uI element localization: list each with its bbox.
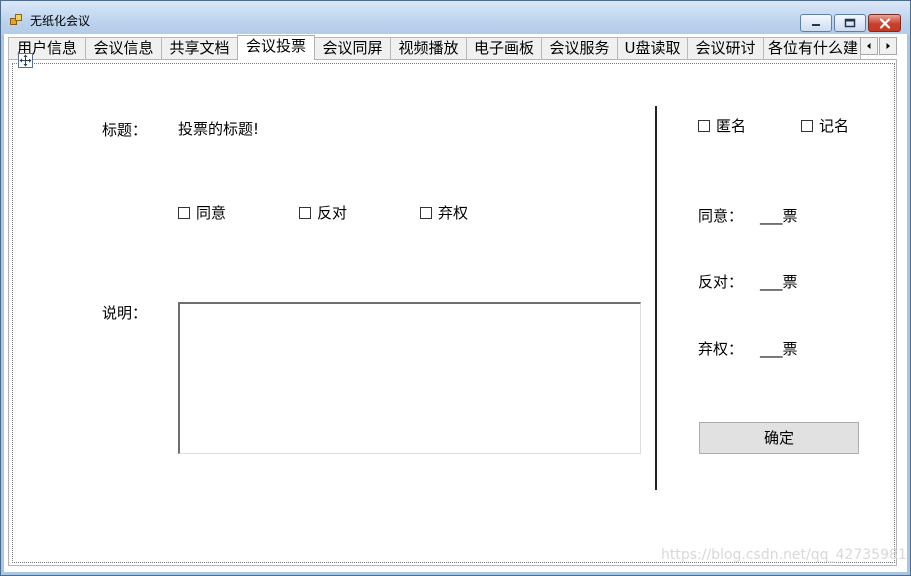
result-agree-count: ___票 [760, 207, 798, 225]
result-oppose-count: ___票 [760, 273, 798, 291]
chevron-left-icon [867, 43, 871, 49]
tab-label: 会议同屏 [322, 39, 383, 57]
tab-strip: 用户信息 会议信息 共享文档 会议投票 会议同屏 视频播放 电子画板 会议服务 … [4, 35, 907, 60]
move-icon [19, 54, 32, 67]
tab-label: 各位有什么建 [768, 39, 859, 57]
tab-label: 会议研讨 [695, 39, 756, 57]
tab-scroll-left-button[interactable] [860, 37, 878, 55]
move-handle[interactable] [18, 53, 33, 68]
tab-suggestions[interactable]: 各位有什么建 [763, 37, 861, 59]
title-bar[interactable]: 无纸化会议 [1, 1, 910, 35]
checkbox-box[interactable] [698, 120, 710, 132]
named-checkbox[interactable]: 记名 [801, 117, 849, 135]
anonymous-checkbox[interactable]: 匿名 [698, 117, 746, 135]
minimize-icon [812, 24, 820, 26]
window-title: 无纸化会议 [30, 14, 91, 28]
maximize-icon [844, 18, 856, 28]
anonymous-label: 匿名 [716, 117, 747, 135]
tab-shared-docs[interactable]: 共享文档 [161, 37, 238, 59]
checkbox-box[interactable] [801, 120, 813, 132]
chevron-right-icon [886, 43, 890, 49]
tab-scroll-right-button[interactable] [879, 37, 897, 55]
checkbox-box[interactable] [420, 207, 432, 219]
result-agree-label: 同意： [698, 207, 744, 225]
watermark: https://blog.csdn.net/qq_42735981 [661, 547, 907, 563]
description-textarea[interactable] [178, 302, 641, 454]
close-icon [879, 17, 890, 29]
description-label: 说明： [102, 304, 148, 322]
tab-label: 会议投票 [245, 37, 306, 55]
option-agree-checkbox[interactable]: 同意 [178, 204, 226, 222]
divider [655, 106, 657, 490]
checkbox-box[interactable] [299, 207, 311, 219]
option-oppose-checkbox[interactable]: 反对 [299, 204, 347, 222]
tab-label: 视频播放 [398, 39, 459, 57]
tab-whiteboard[interactable]: 电子画板 [466, 37, 542, 59]
checkbox-box[interactable] [178, 207, 190, 219]
vote-title-value: 投票的标题! [178, 120, 260, 138]
tab-meeting-discussion[interactable]: 会议研讨 [687, 37, 764, 59]
option-agree-label: 同意 [196, 204, 227, 222]
tab-meeting-info[interactable]: 会议信息 [85, 37, 162, 59]
option-abstain-label: 弃权 [438, 204, 469, 222]
tab-label: 会议服务 [549, 39, 610, 57]
close-button[interactable] [868, 14, 901, 32]
maximize-button[interactable] [834, 14, 866, 32]
title-label: 标题： [102, 121, 148, 139]
result-abstain-label: 弃权： [698, 340, 744, 358]
tab-usb-read[interactable]: U盘读取 [617, 37, 688, 59]
option-oppose-label: 反对 [317, 204, 348, 222]
tab-label: U盘读取 [624, 39, 681, 57]
minimize-button[interactable] [800, 14, 832, 32]
tab-meeting-service[interactable]: 会议服务 [541, 37, 618, 59]
tab-label: 电子画板 [473, 39, 534, 57]
tab-label: 共享文档 [169, 39, 230, 57]
tab-screen-share[interactable]: 会议同屏 [314, 37, 391, 59]
result-abstain-count: ___票 [760, 340, 798, 358]
confirm-button[interactable]: 确定 [699, 422, 859, 454]
tab-label: 会议信息 [93, 39, 154, 57]
tab-video-play[interactable]: 视频播放 [390, 37, 467, 59]
tab-meeting-vote[interactable]: 会议投票 [237, 35, 315, 60]
option-abstain-checkbox[interactable]: 弃权 [420, 204, 468, 222]
named-label: 记名 [819, 117, 850, 135]
result-oppose-label: 反对： [698, 273, 744, 291]
app-icon [10, 14, 24, 26]
